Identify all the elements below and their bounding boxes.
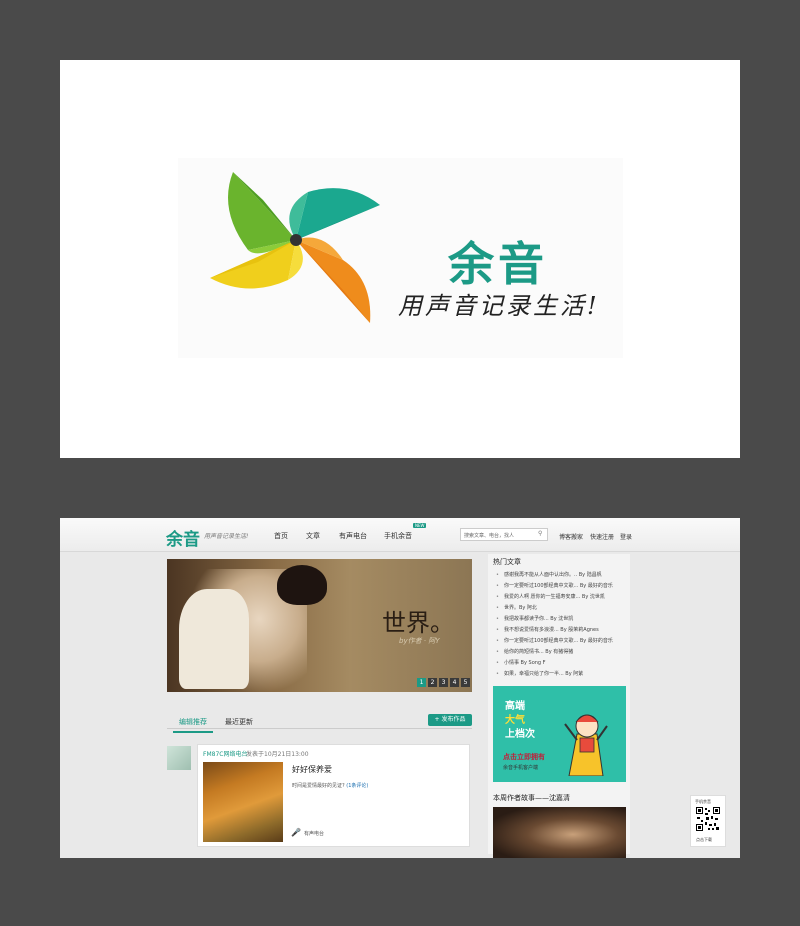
- author-story-title[interactable]: 本周作者故事——沈嘉清: [493, 793, 570, 803]
- post-time: 发表于10月21日13:00: [246, 751, 309, 758]
- post-card: FM87C网络电台 发表于10月21日13:00 好好保养爱 时间是爱情最好的见…: [197, 744, 470, 847]
- post-source[interactable]: FM87C网络电台: [203, 749, 247, 758]
- banner-page-1[interactable]: 1: [417, 678, 426, 687]
- ad-line-3: 上档次: [505, 729, 535, 740]
- banner-title: 世界。: [382, 609, 454, 637]
- post-comments-link[interactable]: (1条评论): [346, 783, 368, 789]
- ad-line-5: 余音手机客户端: [503, 765, 539, 771]
- search-icon[interactable]: ⚲: [538, 530, 542, 537]
- post-description: 时间是爱情最好的见证? (1条评论): [292, 782, 368, 789]
- list-item[interactable]: 世界。By 阿北: [496, 603, 632, 614]
- hot-articles-list: 感谢我再不能从人面中认出你。.. By 陆昌帆 你一定要听过100部经典中文歌.…: [496, 570, 632, 680]
- publish-button[interactable]: + 发布作品: [428, 714, 472, 726]
- banner-page-2[interactable]: 2: [428, 678, 437, 687]
- ad-line-4: 点击立即拥有: [503, 753, 545, 761]
- qr-download-label[interactable]: 点击下载: [696, 837, 712, 843]
- post-desc-text: 时间是爱情最好的见证?: [292, 783, 345, 789]
- list-item[interactable]: 感谢我再不能从人面中认出你。.. By 陆昌帆: [496, 570, 632, 581]
- author-story-image[interactable]: [493, 807, 626, 858]
- banner-page-4[interactable]: 4: [450, 678, 459, 687]
- list-item[interactable]: 我爱的人啊 愿你的一生福寿安康... By 沈世凯: [496, 592, 632, 603]
- logo-card: 余音 用声音记录生活!: [60, 60, 740, 458]
- list-item[interactable]: 你一定要听过100部经典中文歌... By 最好的音乐: [496, 636, 632, 647]
- banner-page-3[interactable]: 3: [439, 678, 448, 687]
- list-item[interactable]: 给你的简短情书... By 有猪得猪: [496, 647, 632, 658]
- brand-slogan: 用声音记录生活!: [398, 292, 600, 320]
- post-type[interactable]: 有声电台: [304, 830, 324, 837]
- site-logo[interactable]: 余音: [166, 525, 200, 550]
- hero-banner[interactable]: 世界。 by作者 · 阿Y 1 2 3 4 5: [167, 559, 472, 692]
- tab-divider: [167, 728, 472, 729]
- nav-home[interactable]: 首页: [274, 531, 288, 541]
- post-thumbnail[interactable]: [203, 762, 283, 842]
- app-ad-banner[interactable]: 高端 大气 上档次 点击立即拥有 余音手机客户端: [493, 686, 626, 782]
- tab-recent[interactable]: 最近更新: [225, 717, 253, 727]
- nav-radio[interactable]: 有声电台: [339, 531, 367, 541]
- banner-page-5[interactable]: 5: [461, 678, 470, 687]
- banner-subtitle: by作者 · 阿Y: [399, 637, 440, 645]
- website-screenshot: 余音 用声音记录生活! 首页 文章 有声电台 手机余音 NEW 搜索文章、电台，…: [60, 518, 740, 858]
- list-item[interactable]: 我不想说爱情有多浪漫... By 殷茉莉Agnes: [496, 625, 632, 636]
- list-item[interactable]: 你一定要听过100部经典中文歌... By 最好的音乐: [496, 581, 632, 592]
- register-link[interactable]: 快速注册: [590, 532, 614, 541]
- tab-editor-picks[interactable]: 编辑推荐: [173, 717, 213, 733]
- hot-articles-title: 热门文章: [493, 558, 521, 566]
- ad-line-2: 大气: [505, 715, 525, 726]
- list-item[interactable]: 小情事 By Song F: [496, 658, 632, 669]
- site-slogan: 用声音记录生活!: [204, 533, 249, 540]
- blog-move-link[interactable]: 博客搬家: [559, 532, 583, 541]
- qr-title: 手机余音: [695, 799, 711, 804]
- microphone-icon: 🎤: [291, 828, 301, 837]
- nav-mobile[interactable]: 手机余音: [384, 531, 412, 541]
- list-item[interactable]: 如果，幸福只给了你一半... By 阿紫: [496, 669, 632, 680]
- brand-name: 余音: [448, 237, 548, 291]
- avatar[interactable]: [167, 746, 191, 770]
- list-item[interactable]: 我把故事都读予你... By 沈世凯: [496, 614, 632, 625]
- ad-line-1: 高端: [505, 701, 525, 712]
- post-title[interactable]: 好好保养爱: [292, 764, 332, 775]
- pinwheel-logo-icon: [210, 172, 380, 323]
- nav-new-badge: NEW: [413, 523, 427, 528]
- cartoon-figure-icon: [564, 714, 608, 776]
- login-link[interactable]: 登录: [620, 532, 632, 541]
- nav-articles[interactable]: 文章: [306, 531, 320, 541]
- qr-code-icon: [696, 807, 720, 831]
- qr-download-widget[interactable]: 手机余音 点击下载: [690, 795, 726, 847]
- search-input[interactable]: 搜索文章、电台，找人: [460, 528, 548, 541]
- top-nav-bar: 余音 用声音记录生活! 首页 文章 有声电台 手机余音 NEW 搜索文章、电台，…: [60, 518, 740, 552]
